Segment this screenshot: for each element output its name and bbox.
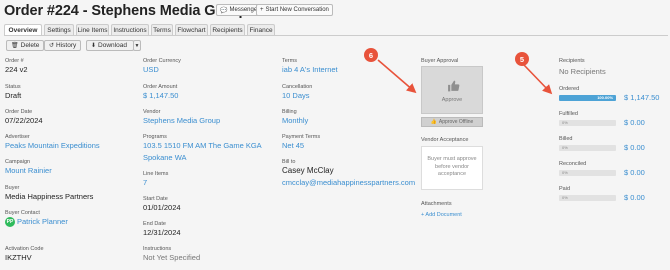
vendor-link[interactable]: Stephens Media Group xyxy=(143,116,220,126)
plus-icon: + xyxy=(260,7,264,13)
amount-fulfilled[interactable]: $ 0.00 xyxy=(624,118,645,127)
progress-bar-reconciled: 0% xyxy=(559,170,616,176)
callout-badge-5: 5 xyxy=(515,52,529,66)
page-title: Order #224 - Stephens Media Group xyxy=(4,3,248,19)
recipients-field: Recipients No Recipients xyxy=(559,58,606,76)
finance-label-reconciled: Reconciled xyxy=(559,161,587,167)
amount-paid[interactable]: $ 0.00 xyxy=(624,193,645,202)
avatar: PP xyxy=(5,217,15,228)
campaign-field: Campaign Mount Rainier xyxy=(5,159,52,176)
progress-bar-paid: 0% xyxy=(559,195,616,201)
amount-ordered[interactable]: $ 1,147.50 xyxy=(624,93,659,102)
payment-terms-field: Payment Terms Net 45 xyxy=(282,134,321,150)
buyer-contact-field: Buyer Contact PP Patrick Planner xyxy=(5,210,68,228)
finance-label-fulfilled: Fulfilled xyxy=(559,111,578,117)
buyer-approval-label: Buyer Approval xyxy=(421,58,459,64)
finance-label-ordered: Ordered xyxy=(559,86,580,92)
download-dropdown-toggle[interactable]: ▼ xyxy=(133,40,141,51)
callout-badge-6: 6 xyxy=(364,48,378,62)
program-location[interactable]: Spokane WA xyxy=(143,153,262,163)
thumbs-up-small-icon: 👍 xyxy=(430,119,437,125)
buyer-contact-link[interactable]: PP Patrick Planner xyxy=(5,217,68,228)
activation-code-field: Activation Code IKZTHV xyxy=(5,246,44,262)
delete-button[interactable]: 🗑 Delete xyxy=(6,40,45,51)
buyer-field: Buyer Media Happiness Partners xyxy=(5,185,94,201)
order-date-field: Order Date 07/22/2024 xyxy=(5,109,43,125)
finance-label-billed: Billed xyxy=(559,136,573,142)
tab-divider xyxy=(4,35,668,36)
progress-bar-fulfilled: 0% xyxy=(559,120,616,126)
download-icon: ⬇ xyxy=(91,43,97,49)
progress-bar-ordered: 100.00% xyxy=(559,95,616,101)
programs-field: Programs 103.5 1510 FM AM The Game KGA S… xyxy=(143,134,262,163)
start-date-field: Start Date 01/01/2024 xyxy=(143,196,181,212)
caret-down-icon: ▼ xyxy=(134,42,140,49)
end-date-field: End Date 12/31/2024 xyxy=(143,221,181,237)
amount-billed[interactable]: $ 0.00 xyxy=(624,143,645,152)
order-number-field: Order # 224 v2 xyxy=(5,58,28,74)
arrow-5 xyxy=(523,64,553,95)
instructions-field: Instructions Not Yet Specified xyxy=(143,246,201,262)
bill-to-name: Casey McClay xyxy=(282,166,334,175)
advertiser-link[interactable]: Peaks Mountain Expeditions xyxy=(5,141,100,151)
line-items-field: Line Items 7 xyxy=(143,171,169,187)
add-document-link[interactable]: + Add Document xyxy=(421,212,462,219)
progress-bar-billed: 0% xyxy=(559,145,616,151)
history-button[interactable]: ↺ History xyxy=(44,40,82,51)
start-conversation-button[interactable]: + Start New Conversation xyxy=(256,4,333,16)
bill-to-email[interactable]: cmcclay@mediahappinesspartners.com xyxy=(282,178,415,188)
advertiser-field: Advertiser Peaks Mountain Expeditions xyxy=(5,134,100,151)
approve-offline-button[interactable]: 👍 Approve Offline xyxy=(421,117,483,127)
chat-icon: 💬 xyxy=(220,7,228,14)
approve-label: Approve xyxy=(441,97,463,103)
attachments-label: Attachments xyxy=(421,201,452,207)
trash-icon: 🗑 xyxy=(11,43,19,49)
amount-reconciled[interactable]: $ 0.00 xyxy=(624,168,645,177)
campaign-link[interactable]: Mount Rainier xyxy=(5,166,52,176)
cancellation-field: Cancellation 10 Days xyxy=(282,84,313,100)
download-button[interactable]: ⬇ Download xyxy=(86,40,134,51)
finance-label-paid: Paid xyxy=(559,186,571,192)
arrow-6 xyxy=(377,59,417,94)
bill-to-field: Bill to Casey McClay cmcclay@mediahappin… xyxy=(282,159,416,188)
vendor-acceptance-box: Buyer must approve before vendor accepta… xyxy=(421,146,483,190)
approve-button[interactable]: Approve xyxy=(421,66,483,114)
vendor-field: Vendor Stephens Media Group xyxy=(143,109,221,126)
currency-field: Order Currency USD xyxy=(143,58,181,74)
billing-field: Billing Monthly xyxy=(282,109,309,125)
thumbs-up-icon xyxy=(448,80,460,92)
status-field: Status Draft xyxy=(5,84,22,100)
amount-field: Order Amount $ 1,147.50 xyxy=(143,84,179,100)
terms-field: Terms iab 4 A's Internet xyxy=(282,58,338,74)
vendor-acceptance-label: Vendor Acceptance xyxy=(421,137,469,143)
program-link[interactable]: 103.5 1510 FM AM The Game KGA xyxy=(143,141,262,151)
history-icon: ↺ xyxy=(49,43,55,49)
